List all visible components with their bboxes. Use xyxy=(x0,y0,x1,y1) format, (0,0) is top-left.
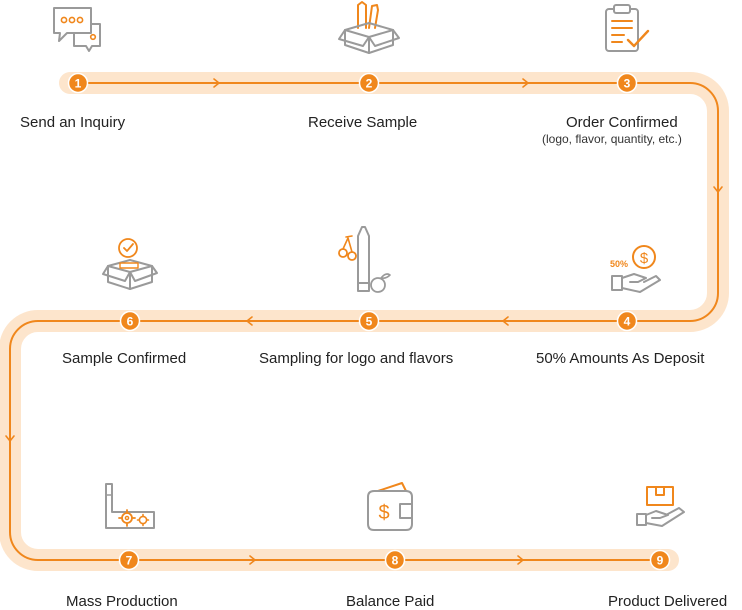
step-9-number: 9 xyxy=(657,554,664,568)
step-1-number: 1 xyxy=(75,77,82,91)
chat-bubbles-icon xyxy=(53,7,101,52)
step-2-marker: 2 xyxy=(358,72,380,94)
wallet-dollar-icon: $ xyxy=(367,482,413,531)
step-4-label: 50% Amounts As Deposit xyxy=(536,350,705,367)
hand-dollar-icon: $ 50% xyxy=(610,245,661,293)
step-9-marker: 9 xyxy=(649,549,671,571)
step-4-marker: 4 xyxy=(616,310,638,332)
step-5-marker: 5 xyxy=(358,310,380,332)
factory-gears-icon xyxy=(105,483,155,529)
step-3-number: 3 xyxy=(624,77,631,91)
step-4-number: 4 xyxy=(624,315,631,329)
step-5-number: 5 xyxy=(366,315,373,329)
step-2-number: 2 xyxy=(366,77,373,91)
vape-fruit-icon xyxy=(338,226,391,293)
step-9-label: Product Delivered xyxy=(608,593,728,610)
step-7-label: Mass Production xyxy=(66,593,178,610)
clipboard-check-icon xyxy=(605,4,650,52)
step-6-number: 6 xyxy=(127,315,134,329)
step-7-number: 7 xyxy=(126,554,133,568)
step-3-label: Order Confirmed xyxy=(566,114,678,131)
box-check-icon xyxy=(102,238,158,290)
step-3-marker: 3 xyxy=(616,72,638,94)
coin-dollar-sign: $ xyxy=(640,250,649,267)
step-7-marker: 7 xyxy=(118,549,140,571)
step-8-label: Balance Paid xyxy=(346,593,435,610)
step-8-number: 8 xyxy=(392,554,399,568)
open-box-icon xyxy=(338,1,400,54)
step-6-marker: 6 xyxy=(119,310,141,332)
step-2-label: Receive Sample xyxy=(308,114,418,131)
hand-package-icon xyxy=(636,486,685,527)
step-3-sublabel: (logo, flavor, quantity, etc.) xyxy=(542,132,682,146)
wallet-dollar-sign: $ xyxy=(378,502,389,524)
step-1-label: Send an Inquiry xyxy=(20,114,126,131)
step-5-label: Sampling for logo and flavors xyxy=(259,350,454,367)
step-6-label: Sample Confirmed xyxy=(62,350,187,367)
process-flow-diagram: 1 2 3 4 5 6 7 8 9 $ 50% $ xyxy=(0,1,729,571)
step-8-marker: 8 xyxy=(384,549,406,571)
deposit-percent-badge: 50% xyxy=(610,259,628,269)
step-1-marker: 1 xyxy=(67,72,89,94)
